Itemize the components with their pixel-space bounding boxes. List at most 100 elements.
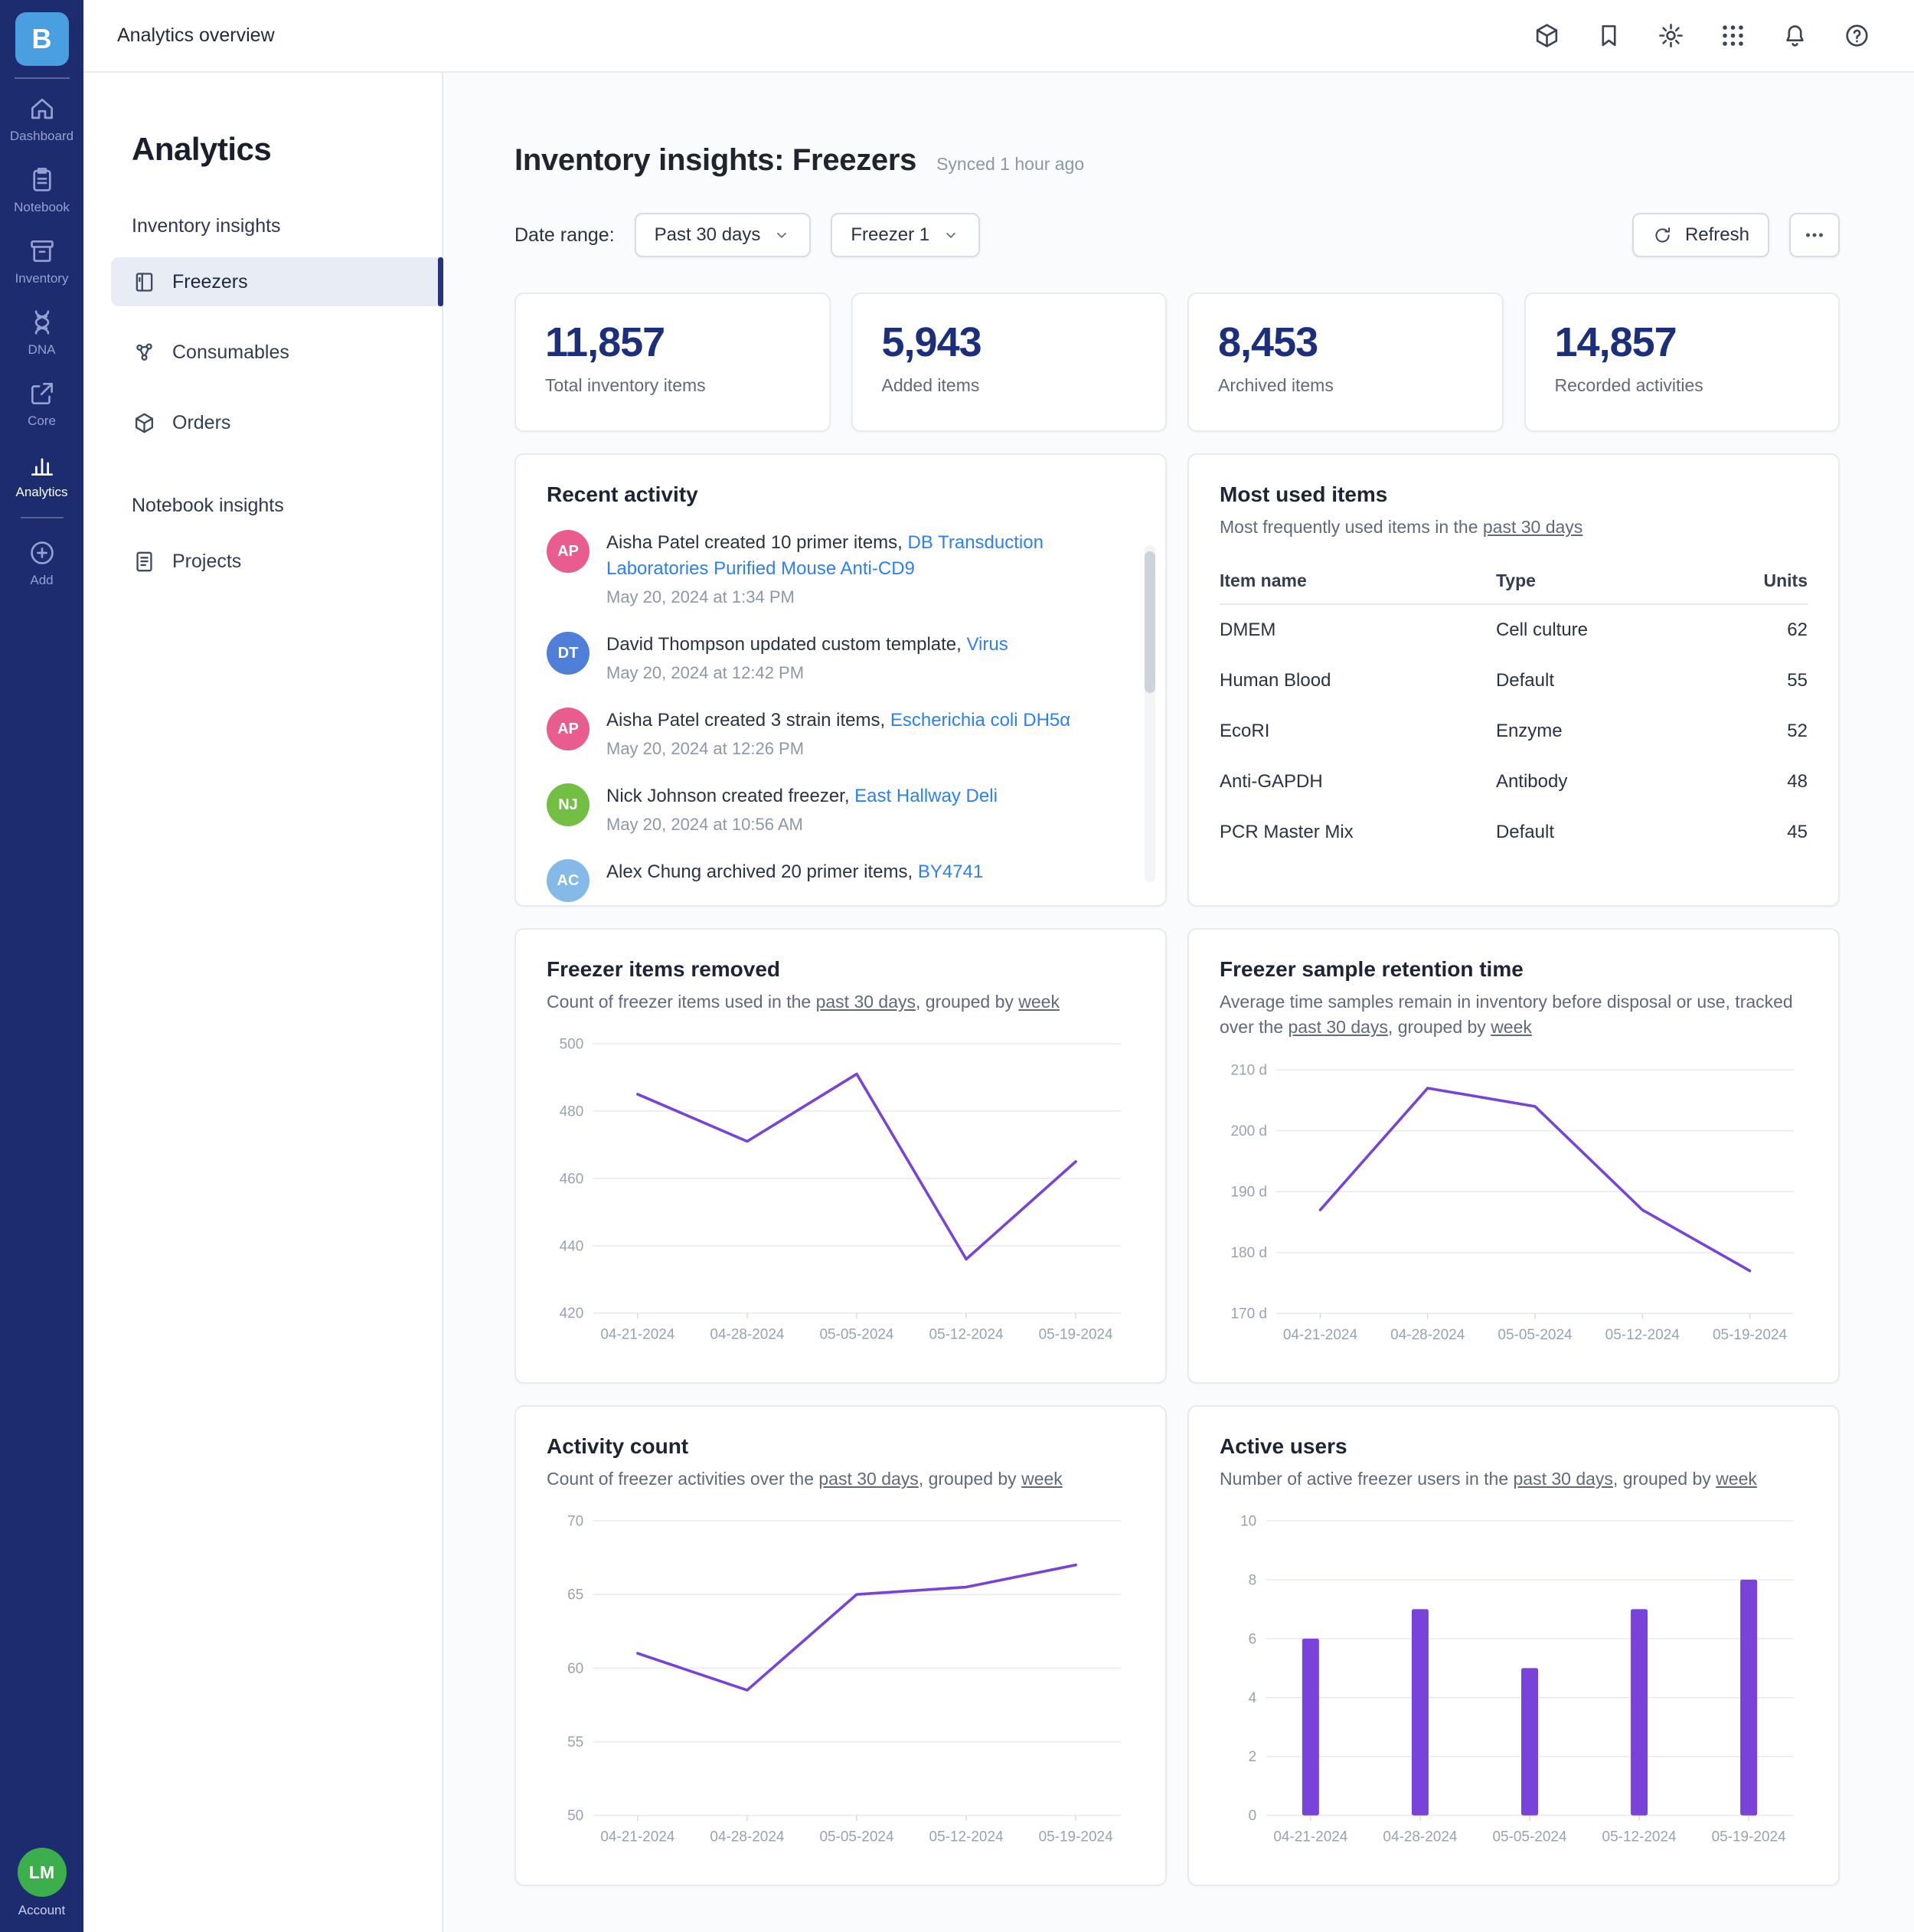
bookmark-button[interactable]	[1595, 21, 1623, 50]
help-button[interactable]	[1843, 21, 1871, 50]
settings-button[interactable]	[1657, 21, 1685, 50]
package-button[interactable]	[1533, 21, 1561, 50]
svg-text:200 d: 200 d	[1230, 1123, 1267, 1139]
bell-button[interactable]	[1781, 21, 1809, 50]
stat-value: 8,453	[1218, 319, 1473, 366]
column-header[interactable]: Item name	[1220, 560, 1496, 604]
table-row[interactable]: DMEMCell culture62	[1220, 604, 1808, 655]
account-label: Account	[18, 1904, 65, 1917]
sidebar-item-freezers[interactable]: Freezers	[111, 257, 442, 306]
svg-text:420: 420	[560, 1306, 584, 1322]
svg-text:190 d: 190 d	[1230, 1184, 1267, 1200]
activity-link[interactable]: BY4741	[918, 861, 983, 882]
svg-text:05-05-2024: 05-05-2024	[1492, 1829, 1566, 1845]
table-cell: 55	[1720, 655, 1808, 706]
nav-item-core[interactable]: Core	[0, 367, 83, 438]
most-used-items-panel: Most used items Most frequently used ite…	[1187, 453, 1840, 907]
bookmark-icon	[1595, 21, 1623, 50]
sidebar-item-label: Freezers	[172, 271, 248, 293]
chart-panel-freezer-sample-retention-time: Freezer sample retention time Average ti…	[1187, 928, 1840, 1384]
nav-item-inventory[interactable]: Inventory	[0, 224, 83, 296]
past-30-days-link[interactable]: past 30 days	[816, 992, 916, 1012]
past-30-days-link[interactable]: past 30 days	[1483, 517, 1582, 537]
activity-timestamp: May 20, 2024 at 12:26 PM	[606, 739, 1070, 759]
week-link[interactable]: week	[1716, 1469, 1757, 1489]
activity-link[interactable]: Virus	[966, 634, 1008, 655]
scrollbar-thumb[interactable]	[1145, 551, 1155, 693]
svg-text:500: 500	[560, 1037, 584, 1053]
panel-subtitle: Most frequently used items in the past 3…	[1220, 515, 1808, 540]
stat-label: Added items	[882, 375, 1137, 396]
activity-item: NJ Nick Johnson created freezer, East Ha…	[547, 783, 1098, 835]
week-link[interactable]: week	[1018, 992, 1060, 1012]
past-30-days-link[interactable]: past 30 days	[1514, 1469, 1613, 1489]
apps-button[interactable]	[1719, 21, 1747, 50]
stat-card: 5,943 Added items	[851, 293, 1168, 432]
week-link[interactable]: week	[1021, 1469, 1063, 1489]
svg-text:6: 6	[1249, 1632, 1257, 1648]
activity-timestamp: May 20, 2024 at 10:56 AM	[606, 815, 998, 835]
sidebar-item-orders[interactable]: Orders	[111, 398, 442, 447]
svg-text:04-21-2024: 04-21-2024	[600, 1327, 674, 1343]
more-options-button[interactable]	[1789, 213, 1840, 257]
sidebar-section-inventory-insights: Inventory insights	[132, 215, 442, 237]
table-row[interactable]: Human BloodDefault55	[1220, 655, 1808, 706]
svg-text:4: 4	[1249, 1691, 1257, 1707]
most-used-table: Item nameTypeUnitsDMEMCell culture62Huma…	[1220, 560, 1808, 858]
freezer-icon	[132, 270, 157, 295]
activity-timestamp: May 20, 2024 at 1:34 PM	[606, 587, 1098, 607]
sidebar-item-projects[interactable]: Projects	[111, 537, 442, 586]
activity-text: Alex Chung archived 20 primer items, BY4…	[606, 859, 983, 885]
account-button[interactable]: LM Account	[0, 1848, 83, 1917]
chart-panel-activity-count: Activity count Count of freezer activiti…	[514, 1405, 1167, 1886]
activity-text: Nick Johnson created freezer, East Hallw…	[606, 783, 998, 809]
stat-value: 14,857	[1555, 319, 1810, 366]
table-row[interactable]: PCR Master MixDefault45	[1220, 807, 1808, 858]
stat-card: 14,857 Recorded activities	[1524, 293, 1841, 432]
past-30-days-link[interactable]: past 30 days	[1289, 1017, 1388, 1037]
column-header[interactable]: Type	[1496, 560, 1720, 604]
nav-item-dna[interactable]: DNA	[0, 296, 83, 367]
nav-item-label: Add	[30, 574, 53, 587]
app-root: B DashboardNotebookInventoryDNA Core Analy…	[0, 0, 1914, 1932]
activity-link[interactable]: East Hallway Deli	[854, 786, 998, 806]
nav-item-notebook[interactable]: Notebook	[0, 153, 83, 224]
freezer-sample-retention-time-chart: 170 d180 d190 d200 d210 d04-21-202404-28…	[1220, 1058, 1808, 1355]
table-row[interactable]: Anti-GAPDHAntibody48	[1220, 757, 1808, 807]
nav-item-add[interactable]: Add	[0, 526, 83, 597]
activity-scrollbar[interactable]	[1145, 545, 1155, 882]
nav-item-label: Analytics	[15, 485, 67, 499]
analytics-sidebar: Analytics Inventory insightsFreezersCons…	[83, 73, 443, 1932]
activity-link[interactable]: DB Transduction Laboratories Purified Mo…	[606, 532, 1044, 579]
week-link[interactable]: week	[1491, 1017, 1532, 1037]
activity-link[interactable]: Escherichia coli DH5α	[890, 710, 1070, 731]
sidebar-item-consumables[interactable]: Consumables	[111, 328, 442, 377]
dna-icon	[28, 308, 57, 337]
chart-description: Number of active freezer users in the pa…	[1220, 1466, 1808, 1492]
svg-text:05-12-2024: 05-12-2024	[1605, 1327, 1680, 1343]
nav-item-label: Core	[28, 414, 56, 427]
table-cell: 62	[1720, 604, 1808, 655]
svg-text:8: 8	[1249, 1573, 1257, 1589]
help-icon	[1843, 21, 1871, 50]
app-logo[interactable]: B	[15, 12, 69, 66]
activity-count-chart: 505560657004-21-202404-28-202405-05-2024…	[547, 1509, 1135, 1857]
refresh-button[interactable]: Refresh	[1632, 213, 1769, 257]
projects-icon	[132, 549, 157, 574]
chart-title: Freezer items removed	[547, 957, 1135, 982]
notebook-icon	[28, 165, 57, 195]
column-header[interactable]: Units	[1720, 560, 1808, 604]
nav-item-dashboard[interactable]: Dashboard	[0, 82, 83, 153]
divider	[21, 517, 64, 518]
nav-item-analytics[interactable]: Analytics	[0, 438, 83, 509]
refresh-icon	[1652, 225, 1673, 246]
freezer-dropdown[interactable]: Freezer 1	[831, 213, 980, 257]
stat-label: Archived items	[1218, 375, 1473, 396]
past-30-days-link[interactable]: past 30 days	[818, 1469, 918, 1489]
date-range-dropdown[interactable]: Past 30 days	[635, 213, 812, 257]
table-cell: Default	[1496, 655, 1720, 706]
table-row[interactable]: EcoRIEnzyme52	[1220, 706, 1808, 757]
table-cell: EcoRI	[1220, 706, 1496, 757]
topbar-title: Analytics overview	[117, 25, 275, 47]
topbar: Analytics overview	[83, 0, 1914, 73]
